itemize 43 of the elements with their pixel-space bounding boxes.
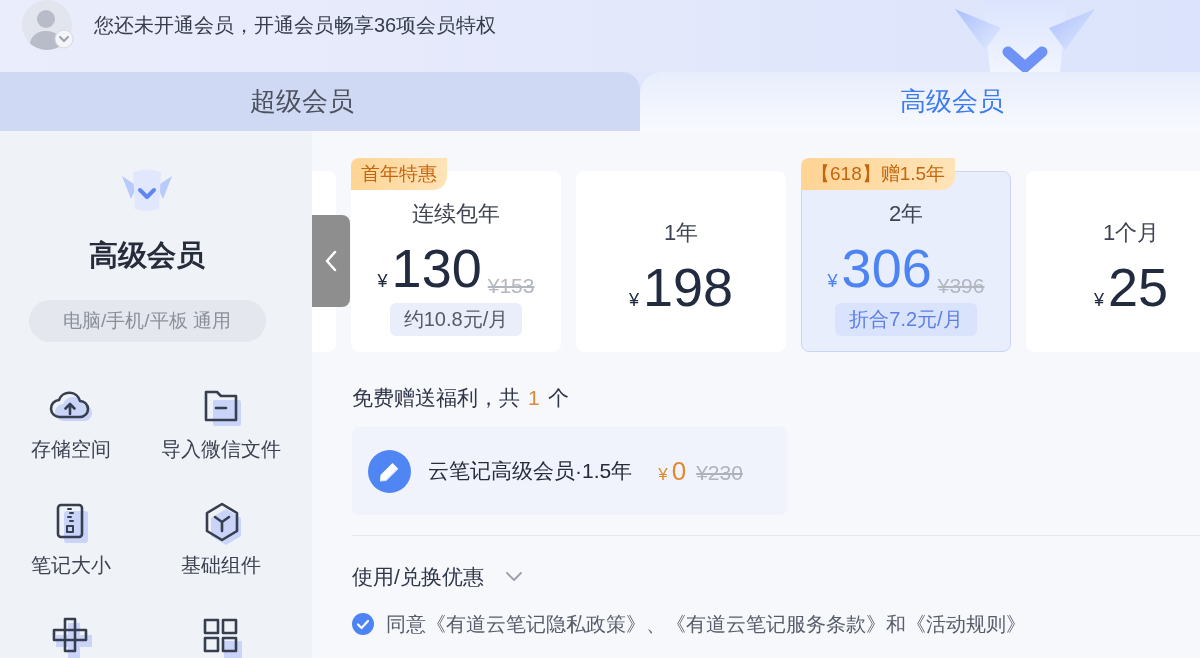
price: 306 xyxy=(841,237,932,298)
gifts-heading: 免费赠送福利，共 xyxy=(352,385,520,411)
crown-icon xyxy=(122,169,172,213)
price: 25 xyxy=(1107,256,1169,317)
chevron-left-icon xyxy=(324,249,338,273)
feature-label: 导入微信文件 xyxy=(161,437,281,461)
original-price: ¥153 xyxy=(487,273,535,298)
agreement-text: 同意《有道云笔记隐私政策》、《有道云笔记服务条款》和《活动规则》 xyxy=(386,612,1026,637)
monthly-price-note: 约10.8元/月 xyxy=(389,302,523,336)
membership-notice: 您还未开通会员，开通会员畅享36项会员特权 xyxy=(94,13,497,38)
avatar-icon xyxy=(22,0,74,50)
plan-name: 1个月 xyxy=(1102,218,1160,247)
price-currency: ¥ xyxy=(628,289,639,310)
promo-badge: 首年特惠 xyxy=(351,158,447,190)
promo-badge: 【618】赠1.5年 xyxy=(801,158,956,190)
gift-name: 云笔记高级会员·1.5年 xyxy=(428,458,633,484)
original-price: ¥230 xyxy=(696,460,743,485)
gift-price: 0 xyxy=(671,455,687,487)
feature-label: 笔记大小 xyxy=(31,553,111,577)
original-price: ¥396 xyxy=(937,273,985,298)
monthly-price-note: 折合7.2元/月 xyxy=(835,302,977,336)
previous-button[interactable] xyxy=(312,215,350,307)
membership-tab[interactable]: 超级会员 xyxy=(0,72,640,131)
plan-name: 连续包年 xyxy=(412,199,500,228)
coupon-toggle[interactable]: 使用/兑换优惠 xyxy=(352,563,522,591)
gift-count: 1 xyxy=(528,385,540,411)
price-currency: ¥ xyxy=(827,270,838,291)
checkbox[interactable] xyxy=(352,613,374,635)
platform-tag: 电脑/手机/平板 通用 xyxy=(28,300,266,342)
price: 198 xyxy=(642,256,734,317)
pencil-icon xyxy=(368,449,411,493)
plan-name: 1年 xyxy=(663,218,699,247)
plan-title: 高级会员 xyxy=(89,238,205,273)
price-card[interactable]: 1个月 ¥25 xyxy=(1026,171,1200,352)
price-currency: ¥ xyxy=(1093,289,1104,310)
gift-price-currency: ¥ xyxy=(658,464,668,485)
gift-count-unit: 个 xyxy=(547,385,569,411)
plan-name: 2年 xyxy=(888,199,924,228)
price: 130 xyxy=(391,237,482,298)
price-currency: ¥ xyxy=(377,270,388,291)
feature-label: 基础组件 xyxy=(181,553,261,577)
price-card[interactable]: 1年 ¥198 xyxy=(576,171,786,352)
feature-label: 存储空间 xyxy=(31,437,111,461)
